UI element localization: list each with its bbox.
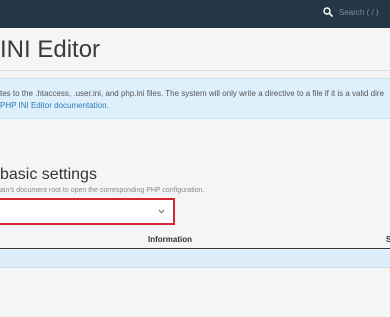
notice-text: tes to the .htaccess, .user.ini, and php… [0,89,385,98]
search-input[interactable]: Search ( / ) [339,8,379,17]
documentation-link[interactable]: PHP INI Editor documentation. [0,101,109,110]
section-title: basic settings [0,166,97,183]
search-icon [323,7,333,17]
section-help-text: ain’s document root to open the correspo… [0,187,205,194]
chevron-down-icon [158,209,165,214]
page-title: INI Editor [0,36,101,63]
column-header-information[interactable]: Information [148,235,192,244]
table-row [0,250,390,268]
title-divider [0,70,390,71]
search-box[interactable]: Search ( / ) [323,7,379,17]
info-notice: tes to the .htaccess, .user.ini, and php… [0,78,390,119]
domain-select[interactable] [0,198,175,225]
table-header-divider [0,248,390,249]
top-bar: Search ( / ) [0,0,390,28]
column-header-partial[interactable]: S [386,235,390,244]
